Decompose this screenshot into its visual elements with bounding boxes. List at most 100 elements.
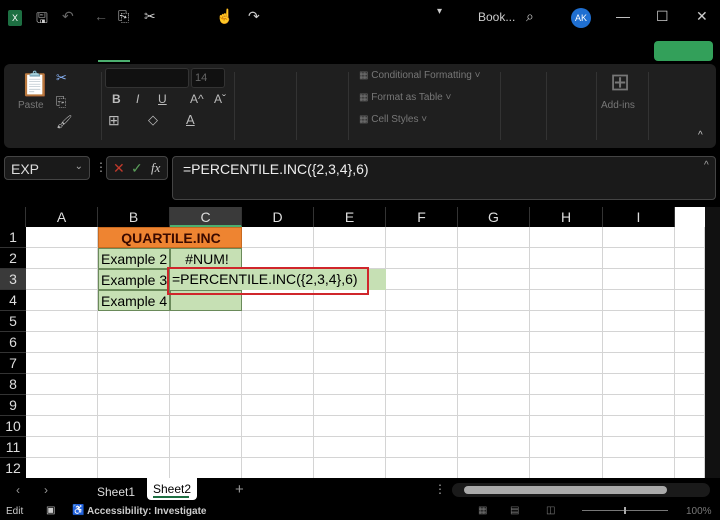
italic-button[interactable]: I xyxy=(136,92,139,106)
prev-sheet-icon[interactable]: ‹ xyxy=(16,483,20,497)
font-size-select[interactable]: 14 xyxy=(191,68,225,88)
addins-icon[interactable]: ⊞ xyxy=(610,68,630,97)
cell[interactable] xyxy=(26,248,98,269)
normal-view-icon[interactable]: ▦ xyxy=(478,505,487,516)
row-header-10[interactable]: 10 xyxy=(0,416,26,437)
font-name-select[interactable] xyxy=(105,68,189,88)
collapse-ribbon-icon[interactable]: ^ xyxy=(698,130,703,141)
cell[interactable] xyxy=(170,332,242,353)
cell[interactable] xyxy=(675,227,705,248)
cell[interactable] xyxy=(458,311,530,332)
row-header-5[interactable]: 5 xyxy=(0,311,26,332)
horizontal-scrollbar[interactable] xyxy=(452,483,710,497)
cell[interactable] xyxy=(603,227,675,248)
row-header-1[interactable]: 1 xyxy=(0,227,26,248)
formula-input[interactable]: =PERCENTILE.INC({2,3,4},6) xyxy=(172,156,716,200)
more-icon[interactable]: ⋮ xyxy=(434,482,446,496)
close-button[interactable]: ✕ xyxy=(696,8,708,25)
copy-icon[interactable]: ⎘ xyxy=(118,8,129,25)
column-header-I[interactable]: I xyxy=(603,207,675,227)
cell[interactable] xyxy=(530,332,603,353)
font-color-icon[interactable]: A xyxy=(186,112,195,127)
cell[interactable] xyxy=(242,227,314,248)
cell[interactable] xyxy=(603,395,675,416)
cell[interactable] xyxy=(603,458,675,478)
row-header-4[interactable]: 4 xyxy=(0,290,26,311)
cell[interactable] xyxy=(675,416,705,437)
cell[interactable] xyxy=(603,437,675,458)
sheet-tab-sheet2[interactable]: Sheet2 xyxy=(147,478,197,500)
cell[interactable] xyxy=(530,353,603,374)
row-header-2[interactable]: 2 xyxy=(0,248,26,269)
row-header-7[interactable]: 7 xyxy=(0,353,26,374)
cell[interactable] xyxy=(675,269,705,290)
cell[interactable] xyxy=(603,353,675,374)
cell[interactable] xyxy=(314,311,386,332)
add-sheet-icon[interactable]: + xyxy=(235,481,244,498)
cell[interactable] xyxy=(26,332,98,353)
format-as-table-button[interactable]: ▦ Format as Table ˅ xyxy=(359,92,451,103)
cell[interactable] xyxy=(98,458,170,478)
column-header-F[interactable]: F xyxy=(386,207,458,227)
cell[interactable] xyxy=(458,416,530,437)
column-header-H[interactable]: H xyxy=(530,207,603,227)
cell[interactable] xyxy=(675,374,705,395)
cell[interactable] xyxy=(675,395,705,416)
cell[interactable] xyxy=(386,374,458,395)
borders-icon[interactable]: ⊞ xyxy=(108,112,120,129)
cell[interactable] xyxy=(242,311,314,332)
cell-c2[interactable]: #NUM! xyxy=(170,248,242,269)
copy-icon[interactable]: ⎘ xyxy=(56,94,66,110)
cell[interactable] xyxy=(242,437,314,458)
cell[interactable] xyxy=(386,353,458,374)
cell[interactable] xyxy=(242,332,314,353)
paste-icon[interactable]: 📋 xyxy=(20,70,50,99)
cell[interactable] xyxy=(458,395,530,416)
touch-mode-icon[interactable]: ☝ xyxy=(216,8,233,25)
cell[interactable] xyxy=(530,311,603,332)
customize-icon[interactable]: ▾ xyxy=(437,6,442,17)
cell[interactable] xyxy=(314,248,386,269)
cell[interactable] xyxy=(26,395,98,416)
cell[interactable] xyxy=(242,374,314,395)
name-box[interactable]: EXP ⌄ xyxy=(4,156,90,180)
cell[interactable] xyxy=(386,395,458,416)
cell[interactable] xyxy=(26,458,98,478)
cell[interactable] xyxy=(603,374,675,395)
cell[interactable] xyxy=(386,290,458,311)
enter-icon[interactable]: ✓ xyxy=(131,160,143,177)
cell[interactable] xyxy=(675,353,705,374)
cell[interactable] xyxy=(386,269,458,290)
cell[interactable] xyxy=(26,269,98,290)
cell[interactable] xyxy=(386,248,458,269)
back-icon[interactable]: ← xyxy=(94,8,108,24)
cell[interactable] xyxy=(26,437,98,458)
avatar[interactable]: AK xyxy=(571,8,591,28)
cut-icon[interactable]: ✂ xyxy=(144,8,156,25)
cell[interactable] xyxy=(530,248,603,269)
bold-button[interactable]: B xyxy=(112,92,121,106)
row-header-3[interactable]: 3 xyxy=(0,269,26,290)
cell[interactable] xyxy=(386,311,458,332)
save-icon[interactable]: 🖫 xyxy=(36,8,48,32)
cell[interactable] xyxy=(530,227,603,248)
cell[interactable] xyxy=(98,332,170,353)
shrink-font-button[interactable]: Aˇ xyxy=(214,92,226,106)
cell[interactable] xyxy=(26,311,98,332)
cell[interactable] xyxy=(314,437,386,458)
paste-button[interactable]: Paste xyxy=(18,100,44,111)
expand-formula-icon[interactable]: ^ xyxy=(704,160,709,171)
cell[interactable] xyxy=(26,374,98,395)
cell[interactable] xyxy=(530,395,603,416)
cell[interactable] xyxy=(603,311,675,332)
cell[interactable] xyxy=(386,437,458,458)
cell[interactable] xyxy=(386,332,458,353)
row-header-12[interactable]: 12 xyxy=(0,458,26,478)
cancel-icon[interactable]: ✕ xyxy=(113,160,125,177)
cell[interactable] xyxy=(170,395,242,416)
cell[interactable] xyxy=(98,374,170,395)
conditional-formatting-button[interactable]: ▦ Conditional Formatting ˅ xyxy=(359,70,480,81)
cell[interactable] xyxy=(314,416,386,437)
cell[interactable] xyxy=(603,332,675,353)
maximize-button[interactable]: ☐ xyxy=(656,8,669,25)
